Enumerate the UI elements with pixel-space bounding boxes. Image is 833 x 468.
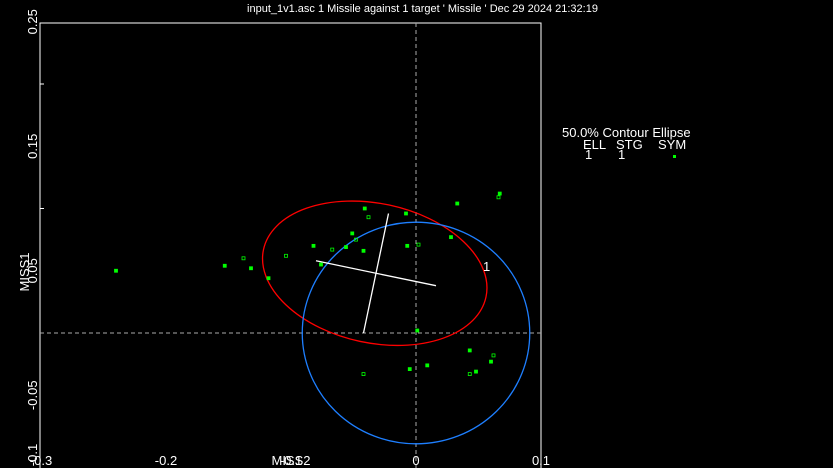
legend-stg-value: 1 xyxy=(618,147,626,162)
data-point xyxy=(266,276,271,281)
data-point xyxy=(344,245,348,249)
data-point xyxy=(114,268,118,273)
y-axis-label: MISS1 xyxy=(17,252,32,291)
data-point xyxy=(416,242,421,247)
plot-frame xyxy=(39,22,542,468)
ellipse-minor-axis xyxy=(362,213,390,334)
x-tick-label: 0 xyxy=(412,453,419,468)
data-point xyxy=(497,191,502,196)
y-tick-label: -0.1 xyxy=(25,444,40,466)
x-tick-label: -0.2 xyxy=(155,453,177,468)
data-point xyxy=(330,247,335,252)
data-point xyxy=(449,235,453,240)
data-point xyxy=(425,363,430,368)
y-tick-label: 0.15 xyxy=(25,134,40,159)
data-point xyxy=(474,369,478,374)
data-point xyxy=(496,195,501,200)
y-tick-label: 0.25 xyxy=(25,9,40,34)
legend-header-sym: SYM xyxy=(658,137,687,152)
legend: 50.0% Contour Ellipse ELL STG SYM 1 1 xyxy=(562,125,691,162)
data-point xyxy=(361,248,366,253)
y-tick-label: -0.05 xyxy=(25,380,40,410)
data-point xyxy=(366,215,371,220)
data-point xyxy=(489,359,493,364)
data-point xyxy=(222,263,227,268)
x-axis-label: MISS2 xyxy=(271,453,310,468)
legend-ell-value: 1 xyxy=(585,147,593,162)
x-tick-label: 0.1 xyxy=(532,453,550,468)
data-point xyxy=(319,262,323,267)
data-point xyxy=(415,328,420,333)
data-point xyxy=(404,211,408,216)
data-point xyxy=(405,243,410,248)
ellipse-label: 1 xyxy=(483,259,490,274)
data-point xyxy=(491,353,496,358)
data-point xyxy=(407,367,412,372)
data-point xyxy=(362,206,367,211)
data-point xyxy=(455,201,460,206)
plot-area: -0.3 -0.2 -0.1 0 0.10.250.150.05-0.05-0.1 MIS… xyxy=(17,9,550,468)
data-point xyxy=(467,348,472,353)
data-point xyxy=(361,372,366,376)
data-point xyxy=(467,372,472,376)
legend-sym-marker xyxy=(673,155,676,158)
data-point xyxy=(350,231,355,236)
data-point xyxy=(249,266,253,271)
data-point xyxy=(241,256,246,261)
data-point xyxy=(284,253,288,258)
data-point xyxy=(311,243,316,248)
